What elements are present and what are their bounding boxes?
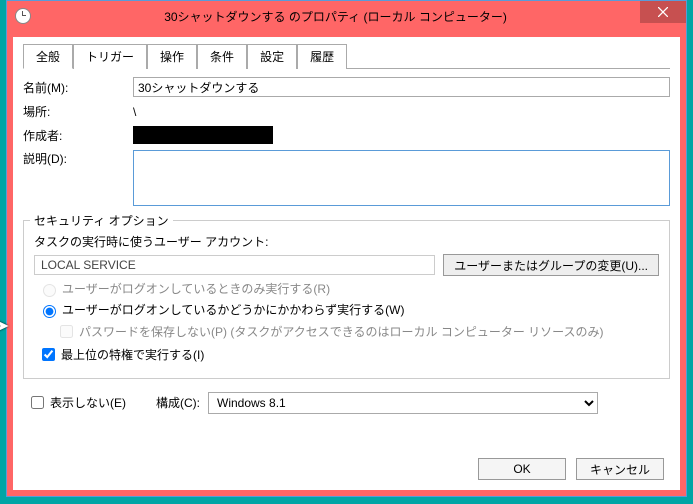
configure-select[interactable]: Windows 8.1 — [208, 392, 598, 414]
check-highest-privileges[interactable]: 最上位の特権で実行する(I) — [34, 345, 659, 364]
tab-conditions[interactable]: 条件 — [197, 44, 247, 69]
cancel-button[interactable]: キャンセル — [576, 458, 664, 480]
properties-dialog: 30シャットダウンする のプロパティ (ローカル コンピューター) 全般 トリガ… — [6, 0, 687, 497]
account-label: タスクの実行時に使うユーザー アカウント: — [34, 233, 659, 250]
author-label: 作成者: — [23, 127, 133, 144]
close-icon — [658, 7, 668, 17]
close-button[interactable] — [640, 1, 686, 23]
security-legend: セキュリティ オプション — [30, 212, 173, 229]
clock-icon — [15, 8, 31, 24]
tab-settings[interactable]: 設定 — [247, 44, 297, 69]
description-input[interactable] — [133, 150, 670, 206]
description-label: 説明(D): — [23, 150, 133, 167]
author-value-redacted — [133, 126, 273, 144]
check-no-store-password[interactable]: パスワードを保存しない(P) (タスクがアクセスできるのはローカル コンピュータ… — [34, 322, 659, 341]
radio-logged-on-label: ユーザーがログオンしているときのみ実行する(R) — [62, 280, 330, 297]
dialog-body-wrap: 全般 トリガー 操作 条件 設定 履歴 名前(M): 場所: \ 作成者: 説明… — [7, 31, 686, 496]
name-input[interactable] — [133, 77, 670, 97]
configure-label: 構成(C): — [156, 394, 200, 411]
window-title: 30シャットダウンする のプロパティ (ローカル コンピューター) — [31, 8, 640, 25]
name-label: 名前(M): — [23, 79, 133, 96]
tab-history[interactable]: 履歴 — [297, 44, 347, 69]
radio-run-regardless[interactable]: ユーザーがログオンしているかどうかにかかわらず実行する(W) — [34, 301, 659, 318]
tab-actions[interactable]: 操作 — [147, 44, 197, 69]
account-value: LOCAL SERVICE — [34, 255, 435, 275]
security-options-group: セキュリティ オプション タスクの実行時に使うユーザー アカウント: LOCAL… — [23, 220, 670, 379]
titlebar[interactable]: 30シャットダウンする のプロパティ (ローカル コンピューター) — [7, 1, 686, 31]
tab-strip: 全般 トリガー 操作 条件 設定 履歴 — [23, 43, 670, 69]
ok-button[interactable]: OK — [478, 458, 566, 480]
check-nopass-label: パスワードを保存しない(P) (タスクがアクセスできるのはローカル コンピュータ… — [79, 323, 604, 340]
radio-run-when-logged-on[interactable]: ユーザーがログオンしているときのみ実行する(R) — [34, 280, 659, 297]
change-user-button[interactable]: ユーザーまたはグループの変更(U)... — [443, 254, 659, 276]
check-hidden-input[interactable] — [31, 396, 44, 409]
radio-logged-on-input[interactable] — [43, 284, 56, 297]
location-label: 場所: — [23, 103, 133, 120]
dialog-footer: OK キャンセル — [478, 458, 664, 480]
check-highest-label: 最上位の特権で実行する(I) — [61, 346, 204, 363]
radio-any-input[interactable] — [43, 305, 56, 318]
check-hidden[interactable]: 表示しない(E) — [23, 393, 126, 412]
check-nopass-input[interactable] — [60, 325, 73, 338]
location-value: \ — [133, 105, 670, 119]
check-highest-input[interactable] — [42, 348, 55, 361]
radio-any-label: ユーザーがログオンしているかどうかにかかわらず実行する(W) — [62, 301, 404, 318]
check-hidden-label: 表示しない(E) — [50, 394, 126, 411]
dialog-body: 全般 トリガー 操作 条件 設定 履歴 名前(M): 場所: \ 作成者: 説明… — [13, 37, 680, 490]
tab-general[interactable]: 全般 — [23, 44, 73, 69]
tab-triggers[interactable]: トリガー — [73, 44, 147, 69]
